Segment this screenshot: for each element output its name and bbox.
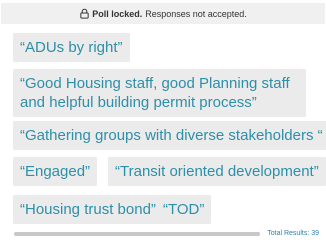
banner-text: Responses not accepted. [145, 8, 247, 19]
response-chip: “ADUs by right” [13, 33, 130, 62]
response-chip: “Engaged” [13, 157, 98, 186]
response-chip: “Good Housing staff, good Planning staff… [13, 69, 306, 117]
horizontal-scrollbar[interactable] [14, 232, 260, 236]
response-chip: “Gathering groups with diverse stakehold… [13, 121, 326, 150]
banner-bold-text: Poll locked. [92, 8, 143, 19]
total-results: Total Results: 39 [267, 230, 319, 237]
scrollbar-thumb[interactable] [14, 232, 260, 236]
poll-locked-banner: Poll locked. Responses not accepted. [1, 3, 325, 24]
response-chip: “Housing trust bond” [13, 195, 163, 224]
padlock-icon [80, 8, 89, 19]
response-chip: “Transit oriented development” [108, 157, 326, 186]
poll-results-panel: Poll locked. Responses not accepted. “AD… [0, 0, 326, 249]
response-chip: “TOD” [156, 195, 212, 224]
